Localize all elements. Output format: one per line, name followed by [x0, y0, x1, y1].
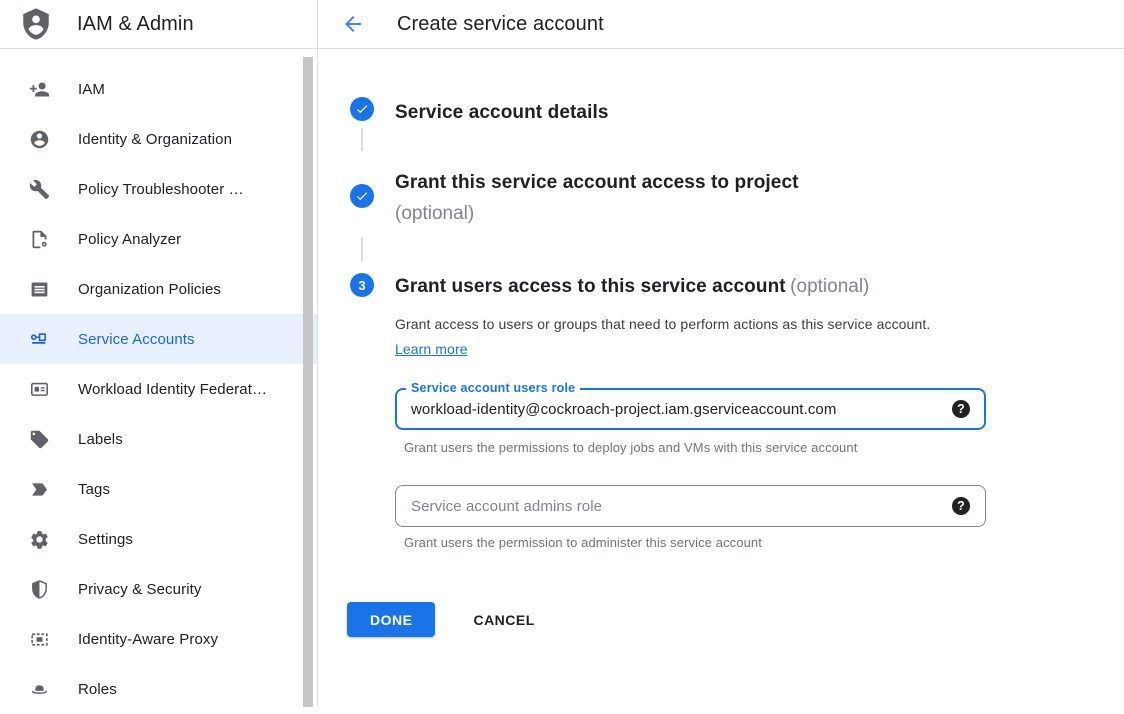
sidebar-item-label: Policy Troubleshooter … [78, 181, 244, 198]
page-header: Create service account [318, 0, 1124, 49]
service-account-admins-role-field[interactable]: ? [395, 485, 986, 527]
tag-arrow-icon [29, 479, 50, 500]
sidebar-item-tags[interactable]: Tags [0, 464, 317, 514]
sidebar-scrollbar-thumb[interactable] [303, 57, 313, 707]
product-title[interactable]: IAM & Admin [77, 13, 194, 36]
sidebar-scrollbar[interactable] [303, 52, 313, 707]
form-actions: DONE CANCEL [347, 602, 1124, 637]
account-circle-icon [29, 129, 50, 150]
step3-number-badge: 3 [350, 273, 374, 297]
back-button[interactable] [341, 12, 365, 36]
sidebar-item-organization-policies[interactable]: Organization Policies [0, 264, 317, 314]
shield-icon [29, 579, 50, 600]
step-connector [361, 237, 363, 262]
sidebar-item-label: Organization Policies [78, 281, 221, 298]
sidebar-item-iam[interactable]: IAM [0, 64, 317, 114]
service-account-key-icon [29, 329, 50, 350]
sidebar-item-policy-analyzer[interactable]: Policy Analyzer [0, 214, 317, 264]
admins-role-helper-text: Grant users the permission to administer… [404, 535, 986, 550]
sidebar-item-settings[interactable]: Settings [0, 514, 317, 564]
step3-description-text: Grant access to users or groups that nee… [395, 316, 930, 332]
sidebar-item-service-accounts[interactable]: Service Accounts [0, 314, 317, 364]
step-grant-access-to-project: Grant this service account access to pro… [350, 167, 1124, 229]
users-role-field-label: Service account users role [406, 381, 580, 395]
label-tag-icon [29, 429, 50, 450]
step-connector [361, 128, 363, 151]
arrow-back-icon [341, 12, 365, 36]
main-panel: Create service account Service account d… [318, 0, 1124, 707]
sidebar-item-label: Labels [78, 431, 123, 448]
step2-completed-badge [350, 184, 374, 208]
page-title: Create service account [397, 13, 604, 36]
check-icon [355, 189, 369, 203]
gear-icon [29, 529, 50, 550]
sidebar-item-label: Identity-Aware Proxy [78, 631, 218, 648]
service-account-users-role-field[interactable]: Service account users role ? [395, 388, 986, 430]
sidebar-header: IAM & Admin [0, 0, 317, 49]
step1-title: Service account details [395, 102, 609, 123]
sidebar-item-identity-organization[interactable]: Identity & Organization [0, 114, 317, 164]
sidebar: IAM & Admin IAM Identity & Organization … [0, 0, 318, 707]
check-icon [355, 102, 369, 116]
sidebar-item-label: Roles [78, 681, 117, 698]
step2-optional-label: (optional) [395, 198, 799, 229]
create-service-account-form: Service account details Grant this servi… [318, 49, 1124, 637]
sidebar-item-label: Privacy & Security [78, 581, 202, 598]
sidebar-item-label: Identity & Organization [78, 131, 232, 148]
step-grant-users-access: 3 Grant users access to this service acc… [350, 271, 1124, 550]
sidebar-item-label: Tags [78, 481, 110, 498]
proxy-frame-icon [29, 629, 50, 650]
sidebar-item-policy-troubleshooter[interactable]: Policy Troubleshooter … [0, 164, 317, 214]
step3-description: Grant access to users or groups that nee… [395, 312, 940, 362]
step1-completed-badge [350, 97, 374, 121]
done-button[interactable]: DONE [347, 602, 435, 637]
badge-card-icon [29, 379, 50, 400]
sidebar-item-identity-aware-proxy[interactable]: Identity-Aware Proxy [0, 614, 317, 664]
cancel-button[interactable]: CANCEL [465, 602, 542, 637]
document-gear-icon [29, 229, 50, 250]
users-role-input[interactable] [411, 401, 940, 418]
iam-admin-shield-logo-icon [19, 7, 53, 41]
sidebar-nav: IAM Identity & Organization Policy Troub… [0, 49, 317, 714]
list-card-icon [29, 279, 50, 300]
sidebar-item-label: Service Accounts [78, 331, 195, 348]
step-service-account-details: Service account details [350, 97, 1124, 128]
step2-title: Grant this service account access to pro… [395, 172, 799, 193]
wrench-icon [29, 179, 50, 200]
sidebar-item-label: IAM [78, 81, 105, 98]
sidebar-item-workload-identity-federation[interactable]: Workload Identity Federat… [0, 364, 317, 414]
admins-role-help-icon[interactable]: ? [952, 497, 970, 515]
admins-role-input[interactable] [411, 498, 940, 515]
sidebar-item-label: Workload Identity Federat… [78, 381, 267, 398]
sidebar-item-labels[interactable]: Labels [0, 414, 317, 464]
sidebar-item-label: Policy Analyzer [78, 231, 181, 248]
users-role-helper-text: Grant users the permissions to deploy jo… [404, 440, 986, 455]
step3-title: Grant users access to this service accou… [395, 276, 786, 297]
sidebar-item-label: Settings [78, 531, 133, 548]
person-add-icon [29, 79, 50, 100]
learn-more-link[interactable]: Learn more [395, 341, 468, 357]
step3-optional-label: (optional) [790, 276, 869, 297]
hat-icon [29, 679, 50, 700]
users-role-help-icon[interactable]: ? [952, 400, 970, 418]
sidebar-item-privacy-security[interactable]: Privacy & Security [0, 564, 317, 614]
